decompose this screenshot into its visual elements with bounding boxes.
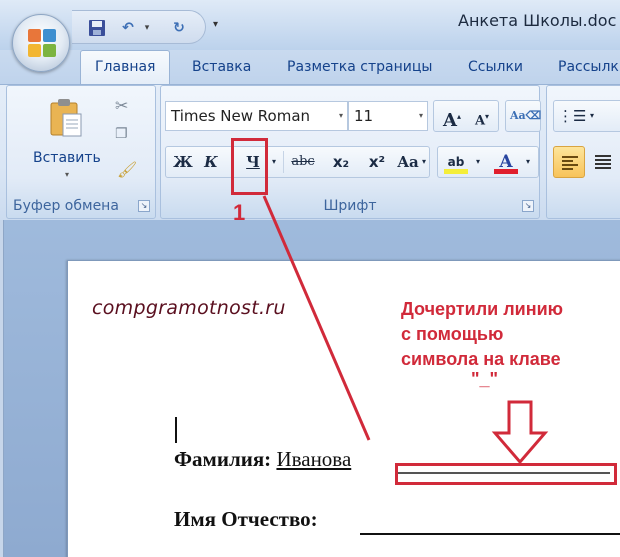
list-buttons: ⋮☰ ▾	[553, 100, 620, 132]
tab-home[interactable]: Главная	[80, 50, 171, 85]
chevron-down-icon[interactable]: ▾	[419, 102, 423, 130]
align-left-button[interactable]	[553, 146, 585, 178]
document-page[interactable]: compgramotnost.ru Дочертили линию с помо…	[67, 260, 620, 557]
change-case-dropdown-icon[interactable]: ▾	[419, 147, 429, 177]
ribbon-tabs: Главная Вставка Разметка страницы Ссылки…	[0, 50, 620, 85]
annotation-symbol: "_"	[471, 369, 499, 389]
shrink-font-button[interactable]: A▾	[468, 101, 496, 131]
font-launcher-icon[interactable]: ↘	[522, 200, 534, 212]
save-icon[interactable]	[88, 19, 106, 37]
change-case-button[interactable]: Aa	[396, 147, 420, 177]
ruler-strip	[0, 220, 4, 557]
clear-formatting-button[interactable]: Aa⌫	[505, 100, 541, 132]
font-group-label: Шрифт	[323, 198, 377, 214]
font-group: Times New Roman ▾ 11 ▾ A▴ A▾ Aa⌫ Ж К Ч ▾…	[160, 85, 541, 219]
format-painter-icon[interactable]: 🖌	[117, 160, 137, 179]
annotation-line: Дочертили линию	[401, 299, 563, 319]
chevron-down-icon[interactable]: ▾	[339, 102, 343, 130]
cut-icon[interactable]: ✂	[115, 96, 128, 115]
font-size-value: 11	[354, 107, 374, 125]
paragraph-group: ⋮☰ ▾	[546, 85, 620, 219]
field-label: Фамилия:	[174, 447, 272, 471]
color-buttons: ab ▾ A ▾	[437, 146, 539, 178]
font-color-button[interactable]: A	[492, 147, 520, 177]
redo-icon[interactable]: ↻	[170, 19, 188, 37]
annotation-underline-box	[231, 138, 268, 195]
tab-insert[interactable]: Вставка	[192, 59, 251, 75]
italic-button[interactable]: К	[198, 147, 224, 177]
undo-icon[interactable]: ↶	[119, 19, 137, 37]
quick-access-toolbar: ↶ ▾ ↻	[72, 10, 206, 44]
clipboard-group-label: Буфер обмена	[13, 198, 119, 214]
font-size-select[interactable]: 11 ▾	[348, 101, 428, 131]
annotation-marker: 1	[233, 200, 246, 225]
title-bar: ↶ ▾ ↻ ▾ Анкета Школы.doc	[0, 0, 620, 50]
clipboard-group: Вставить ▾ ✂ ❐ 🖌 Буфер обмена ↘	[6, 85, 156, 219]
undo-dropdown-icon[interactable]: ▾	[142, 19, 152, 37]
bold-button[interactable]: Ж	[170, 147, 196, 177]
format-buttons: Ж К Ч ▾ abc x₂ x² Aa ▾	[165, 146, 430, 178]
window-title: Анкета Школы.doc	[458, 11, 617, 30]
superscript-button[interactable]: x²	[362, 147, 392, 177]
customize-toolbar-icon[interactable]: ▾	[213, 18, 223, 32]
strikethrough-button[interactable]: abc	[286, 147, 320, 177]
grow-font-button[interactable]: A▴	[438, 101, 466, 131]
name-patronymic-field: Имя Отчество:	[174, 507, 318, 532]
highlight-dropdown-icon[interactable]: ▾	[472, 147, 484, 177]
field-label: Имя Отчество:	[174, 507, 318, 531]
align-left-icon	[562, 156, 578, 172]
bullets-dropdown-icon[interactable]: ▾	[586, 101, 598, 131]
surname-field: Фамилия: Иванова	[174, 447, 351, 472]
annotation-highlight-box	[395, 463, 617, 485]
underscore-line	[360, 533, 620, 535]
office-logo-icon	[26, 27, 58, 59]
tab-page-layout[interactable]: Разметка страницы	[287, 59, 432, 75]
font-color-dropdown-icon[interactable]: ▾	[522, 147, 534, 177]
clear-formatting-icon: Aa⌫	[510, 109, 542, 122]
copy-icon[interactable]: ❐	[115, 126, 128, 142]
paste-button[interactable]: Вставить	[33, 150, 101, 166]
text-cursor	[175, 417, 177, 443]
subscript-button[interactable]: x₂	[326, 147, 356, 177]
paste-dropdown-icon[interactable]: ▾	[65, 170, 69, 179]
tab-mailings[interactable]: Рассылки	[558, 59, 620, 75]
underline-dropdown-icon[interactable]: ▾	[268, 147, 280, 177]
bullets-icon[interactable]: ⋮☰	[558, 101, 586, 131]
annotation-note: Дочертили линию с помощью символа на кла…	[401, 297, 563, 372]
font-name-select[interactable]: Times New Roman ▾	[165, 101, 348, 131]
highlight-button[interactable]: ab	[442, 147, 470, 177]
font-name-value: Times New Roman	[171, 107, 311, 125]
ribbon: Вставить ▾ ✂ ❐ 🖌 Буфер обмена ↘ Times Ne…	[0, 84, 620, 220]
office-button[interactable]	[12, 14, 70, 72]
field-value[interactable]: Иванова	[276, 447, 351, 471]
align-center-button[interactable]	[587, 146, 619, 178]
watermark-text: compgramotnost.ru	[92, 297, 286, 319]
font-size-buttons: A▴ A▾	[433, 100, 499, 132]
tab-references[interactable]: Ссылки	[468, 59, 523, 75]
annotation-line: с помощью	[401, 324, 504, 344]
paste-icon[interactable]	[49, 98, 85, 138]
align-center-icon	[595, 155, 611, 171]
clipboard-launcher-icon[interactable]: ↘	[138, 200, 150, 212]
